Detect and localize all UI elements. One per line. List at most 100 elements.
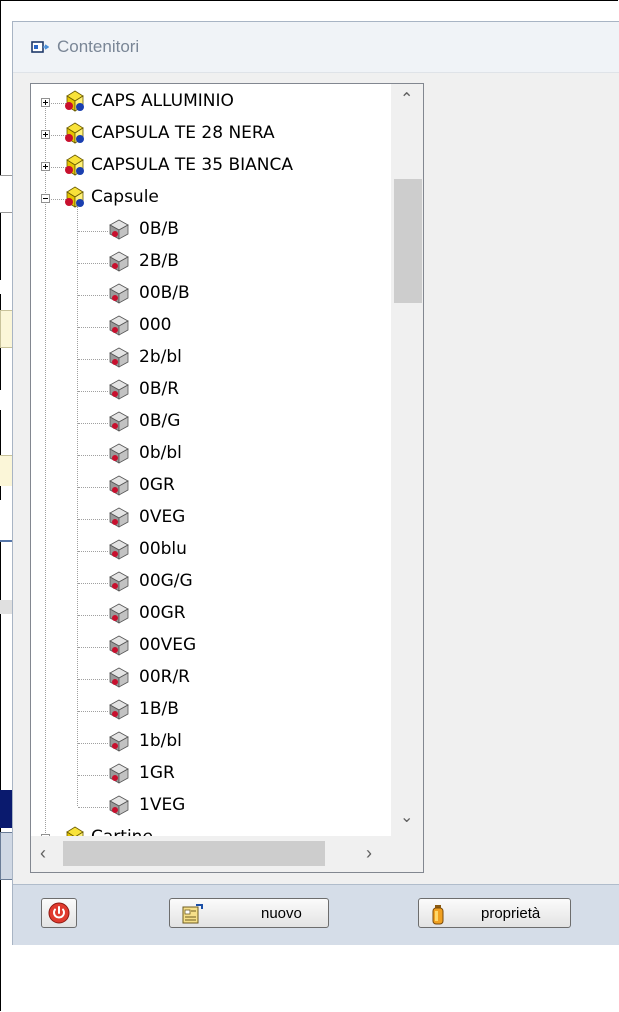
container-item-icon xyxy=(107,665,131,694)
tree-item-label: 0B/G xyxy=(139,411,181,431)
tree-group-label: Cartine xyxy=(91,827,153,836)
tree-item-row[interactable]: 000 xyxy=(31,310,391,342)
container-item-icon xyxy=(107,313,131,342)
tree-item-label: 1GR xyxy=(139,763,175,783)
tree-item-row[interactable]: 0GR xyxy=(31,470,391,502)
vertical-scroll-thumb[interactable] xyxy=(394,179,422,303)
tree-item-row[interactable]: 00G/G xyxy=(31,566,391,598)
tree-item-row[interactable]: 2b/bl xyxy=(31,342,391,374)
expand-icon[interactable] xyxy=(41,98,50,107)
tree-connector xyxy=(78,455,108,456)
tree-connector xyxy=(78,743,108,744)
tree-connector xyxy=(78,359,108,360)
properties-icon xyxy=(432,905,444,925)
vertical-scrollbar[interactable]: ⌃ ⌄ xyxy=(391,84,423,836)
tree-content: CAPS ALLUMINIO CAPSULA TE 28 NERA CAPSULA … xyxy=(31,84,391,836)
tree-item-row[interactable]: 1B/B xyxy=(31,694,391,726)
properties-button[interactable]: proprietà xyxy=(418,898,571,928)
tree-group-row[interactable]: CAPS ALLUMINIO xyxy=(31,86,391,118)
power-button[interactable] xyxy=(41,898,77,928)
tree-connector xyxy=(78,615,108,616)
tree-group-label: Capsule xyxy=(91,187,159,207)
container-item-icon xyxy=(107,697,131,726)
container-item-icon xyxy=(107,217,131,246)
bottom-toolbar: nuovo proprietà xyxy=(13,884,619,945)
tree-item-label: 000 xyxy=(139,315,172,335)
scrollbar-corner xyxy=(391,836,423,872)
tree-connector xyxy=(78,295,108,296)
tree-item-row[interactable]: 0b/bl xyxy=(31,438,391,470)
group-folder-icon xyxy=(63,153,87,182)
container-item-icon xyxy=(107,281,131,310)
tree-connector xyxy=(78,519,108,520)
tree-item-row[interactable]: 0B/G xyxy=(31,406,391,438)
group-folder-icon xyxy=(63,185,87,214)
window-title: Contenitori xyxy=(57,37,140,56)
tree-connector xyxy=(78,423,108,424)
tree-item-row[interactable]: 00GR xyxy=(31,598,391,630)
collapse-icon[interactable] xyxy=(41,194,50,203)
horizontal-scroll-thumb[interactable] xyxy=(63,841,325,866)
group-folder-icon xyxy=(63,121,87,150)
container-item-icon xyxy=(107,345,131,374)
container-item-icon xyxy=(107,633,131,662)
tree-item-label: 00R/R xyxy=(139,667,190,687)
scroll-up-arrow[interactable]: ⌃ xyxy=(400,92,413,108)
tree-connector xyxy=(78,263,108,264)
group-folder-icon xyxy=(63,89,87,118)
container-tree-view[interactable]: CAPS ALLUMINIO CAPSULA TE 28 NERA CAPSULA … xyxy=(30,83,424,873)
scroll-right-arrow[interactable]: › xyxy=(366,844,372,862)
scroll-left-arrow[interactable]: ‹ xyxy=(40,844,46,862)
container-item-icon xyxy=(107,249,131,278)
expand-icon[interactable] xyxy=(41,162,50,171)
new-item-icon xyxy=(182,904,203,924)
tree-item-label: 2b/bl xyxy=(139,347,182,367)
tree-group-row[interactable]: Cartine xyxy=(31,822,391,836)
scroll-down-arrow[interactable]: ⌄ xyxy=(400,810,413,826)
tree-connector xyxy=(78,551,108,552)
tree-group-row[interactable]: CAPSULA TE 35 BIANCA xyxy=(31,150,391,182)
window-client-area: CAPS ALLUMINIO CAPSULA TE 28 NERA CAPSULA … xyxy=(15,73,619,883)
tree-item-label: 0VEG xyxy=(139,507,186,527)
tree-group-row[interactable]: Capsule xyxy=(31,182,391,214)
tree-item-row[interactable]: 0VEG xyxy=(31,502,391,534)
window-app-icon xyxy=(31,41,49,53)
tree-group-label: CAPSULA TE 35 BIANCA xyxy=(91,155,293,175)
container-item-icon xyxy=(107,505,131,534)
tree-item-row[interactable]: 00R/R xyxy=(31,662,391,694)
tree-item-label: 0b/bl xyxy=(139,443,182,463)
tree-connector xyxy=(78,487,108,488)
tree-item-row[interactable]: 00blu xyxy=(31,534,391,566)
tree-item-label: 1VEG xyxy=(139,795,186,815)
tree-connector xyxy=(78,231,108,232)
tree-item-row[interactable]: 0B/B xyxy=(31,214,391,246)
title-bar: Contenitori xyxy=(13,22,619,73)
new-button-label: nuovo xyxy=(261,905,302,922)
tree-connector xyxy=(78,647,108,648)
tree-item-label: 1b/bl xyxy=(139,731,182,751)
container-item-icon xyxy=(107,537,131,566)
expand-icon[interactable] xyxy=(41,130,50,139)
horizontal-scrollbar[interactable]: ‹ › xyxy=(31,836,391,872)
tree-connector xyxy=(78,391,108,392)
contenitori-window: Contenitori CAPS ALLUMINIO CAPSULA TE 28 … xyxy=(12,21,619,945)
container-item-icon xyxy=(107,601,131,630)
tree-group-row[interactable]: CAPSULA TE 28 NERA xyxy=(31,118,391,150)
tree-item-label: 1B/B xyxy=(139,699,179,719)
container-item-icon xyxy=(107,377,131,406)
tree-item-row[interactable]: 1VEG xyxy=(31,790,391,822)
tree-item-row[interactable]: 1b/bl xyxy=(31,726,391,758)
tree-item-row[interactable]: 1GR xyxy=(31,758,391,790)
tree-item-row[interactable]: 0B/R xyxy=(31,374,391,406)
tree-item-label: 00blu xyxy=(139,539,187,559)
tree-connector xyxy=(78,679,108,680)
tree-item-label: 0B/B xyxy=(139,219,179,239)
tree-item-row[interactable]: 00VEG xyxy=(31,630,391,662)
group-folder-icon xyxy=(63,825,87,836)
container-item-icon xyxy=(107,441,131,470)
container-item-icon xyxy=(107,761,131,790)
tree-item-row[interactable]: 00B/B xyxy=(31,278,391,310)
tree-item-row[interactable]: 2B/B xyxy=(31,246,391,278)
tree-item-label: 00VEG xyxy=(139,635,197,655)
new-button[interactable]: nuovo xyxy=(169,898,329,928)
